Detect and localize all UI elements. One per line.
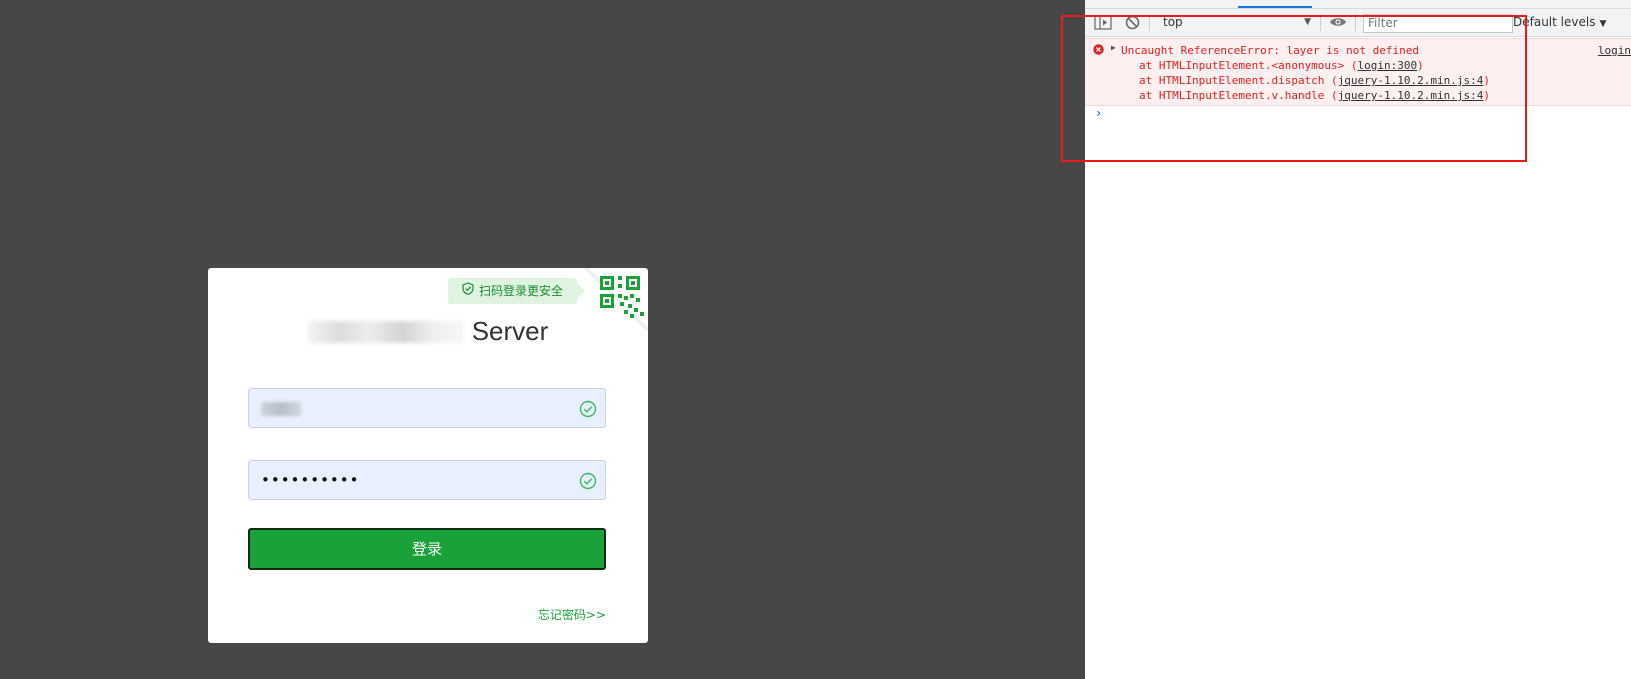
check-circle-icon: [579, 472, 597, 494]
eye-icon[interactable]: [1329, 16, 1347, 31]
console-error-message: ▶ Uncaught ReferenceError: layer is not …: [1085, 38, 1631, 106]
username-field[interactable]: [248, 388, 606, 428]
redacted-product-name: [307, 320, 464, 343]
toolbar-separator: [1149, 14, 1150, 31]
login-button[interactable]: 登录: [248, 528, 606, 570]
login-card: 扫码登录更安全 Server •••••••••• 登录 忘记密码>>: [208, 268, 648, 643]
stack-frame-link[interactable]: jquery-1.10.2.min.js:4: [1338, 89, 1484, 102]
levels-label: Default levels: [1513, 15, 1596, 29]
stack-frame: at HTMLInputElement.dispatch (jquery-1.1…: [1139, 74, 1491, 87]
error-text: Uncaught ReferenceError: layer is not de…: [1121, 44, 1420, 57]
stack-frame-link[interactable]: jquery-1.10.2.min.js:4: [1338, 74, 1484, 87]
devtools-tabbar: [1085, 0, 1631, 9]
dropdown-arrow-icon: ▼: [1304, 17, 1311, 27]
sidebar-toggle-icon[interactable]: [1094, 15, 1112, 33]
check-circle-icon: [579, 400, 597, 422]
stack-frame: at HTMLInputElement.<anonymous> (login:3…: [1139, 59, 1424, 72]
expand-triangle-icon[interactable]: ▶: [1111, 43, 1116, 52]
error-icon: [1093, 44, 1104, 58]
dropdown-arrow-icon: ▼: [1599, 19, 1607, 29]
scan-login-tip[interactable]: 扫码登录更安全: [448, 278, 586, 304]
shield-check-icon: [462, 278, 474, 304]
filter-input[interactable]: [1363, 14, 1513, 33]
toolbar-separator: [1320, 14, 1321, 31]
log-levels-dropdown[interactable]: Default levels ▼: [1513, 14, 1606, 31]
page-area: 扫码登录更安全 Server •••••••••• 登录 忘记密码>>: [0, 0, 1085, 679]
scan-tip-label: 扫码登录更安全: [479, 284, 564, 298]
stack-frame: at HTMLInputElement.v.handle (jquery-1.1…: [1139, 89, 1491, 102]
context-value: top: [1163, 15, 1183, 29]
active-tab-indicator: [1238, 6, 1312, 8]
password-value: ••••••••••: [261, 471, 360, 489]
forgot-password-link[interactable]: 忘记密码>>: [538, 606, 606, 623]
toolbar-separator: [1355, 14, 1356, 31]
context-selector[interactable]: top ▼: [1163, 13, 1311, 32]
error-source-link[interactable]: login: [1598, 43, 1631, 58]
redacted-username: [261, 402, 301, 416]
page-title: Server: [208, 316, 648, 356]
title-suffix: Server: [471, 316, 549, 346]
clear-console-icon[interactable]: [1125, 15, 1140, 33]
console-toolbar: top ▼ Default levels▼: [1085, 9, 1631, 37]
password-field[interactable]: ••••••••••: [248, 460, 606, 500]
console-prompt[interactable]: ›: [1095, 106, 1102, 120]
stack-frame-link[interactable]: login:300: [1358, 59, 1418, 72]
devtools-panel: top ▼ Default levels▼ ▶ Uncaught Referen…: [1085, 0, 1631, 679]
